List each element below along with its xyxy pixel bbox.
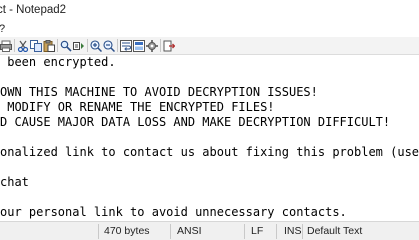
text-line: MODIFY OR RENAME THE ENCRYPTED FILES!: [0, 100, 275, 114]
view-icon[interactable]: [133, 39, 145, 52]
text-line: D CAUSE MAJOR DATA LOSS AND MAKE DECRYPT…: [0, 115, 391, 129]
zoom-out-icon[interactable]: [103, 39, 116, 53]
window-title: ct - Notepad2: [0, 4, 67, 16]
paste-icon[interactable]: [43, 39, 55, 52]
exit-icon[interactable]: [163, 39, 176, 52]
notepad2-window: ct - Notepad2 ?: [0, 0, 419, 240]
status-bar: 470 bytes ANSI LF INS Default Text: [0, 221, 419, 240]
status-insert-mode: INS: [284, 225, 302, 237]
toolbar: [0, 37, 419, 55]
replace-icon[interactable]: [73, 39, 85, 51]
status-scheme[interactable]: Default Text: [307, 222, 362, 240]
cut-icon[interactable]: [17, 39, 29, 53]
text-line: been encrypted.: [0, 55, 116, 69]
menu-help[interactable]: ?: [0, 21, 5, 37]
text-line: onalized link to contact us about fixing…: [0, 145, 419, 159]
text-line: chat: [0, 175, 29, 189]
menu-bar: ?: [0, 21, 419, 37]
status-encoding[interactable]: ANSI: [177, 222, 202, 240]
print-icon[interactable]: [0, 39, 12, 52]
find-icon[interactable]: [60, 39, 72, 52]
word-wrap-icon[interactable]: [120, 39, 132, 52]
zoom-in-icon[interactable]: [90, 39, 103, 53]
text-editor[interactable]: been encrypted. OWN THIS MACHINE TO AVOI…: [0, 55, 419, 221]
text-line: our personal link to avoid unnecessary c…: [0, 205, 347, 219]
text-line: OWN THIS MACHINE TO AVOID DECRYPTION ISS…: [0, 85, 318, 99]
status-line-ending[interactable]: LF: [251, 222, 263, 240]
status-file-size: 470 bytes: [104, 225, 150, 237]
title-bar: ct - Notepad2: [0, 0, 419, 21]
settings-icon[interactable]: [146, 39, 158, 52]
copy-icon[interactable]: [30, 39, 42, 52]
